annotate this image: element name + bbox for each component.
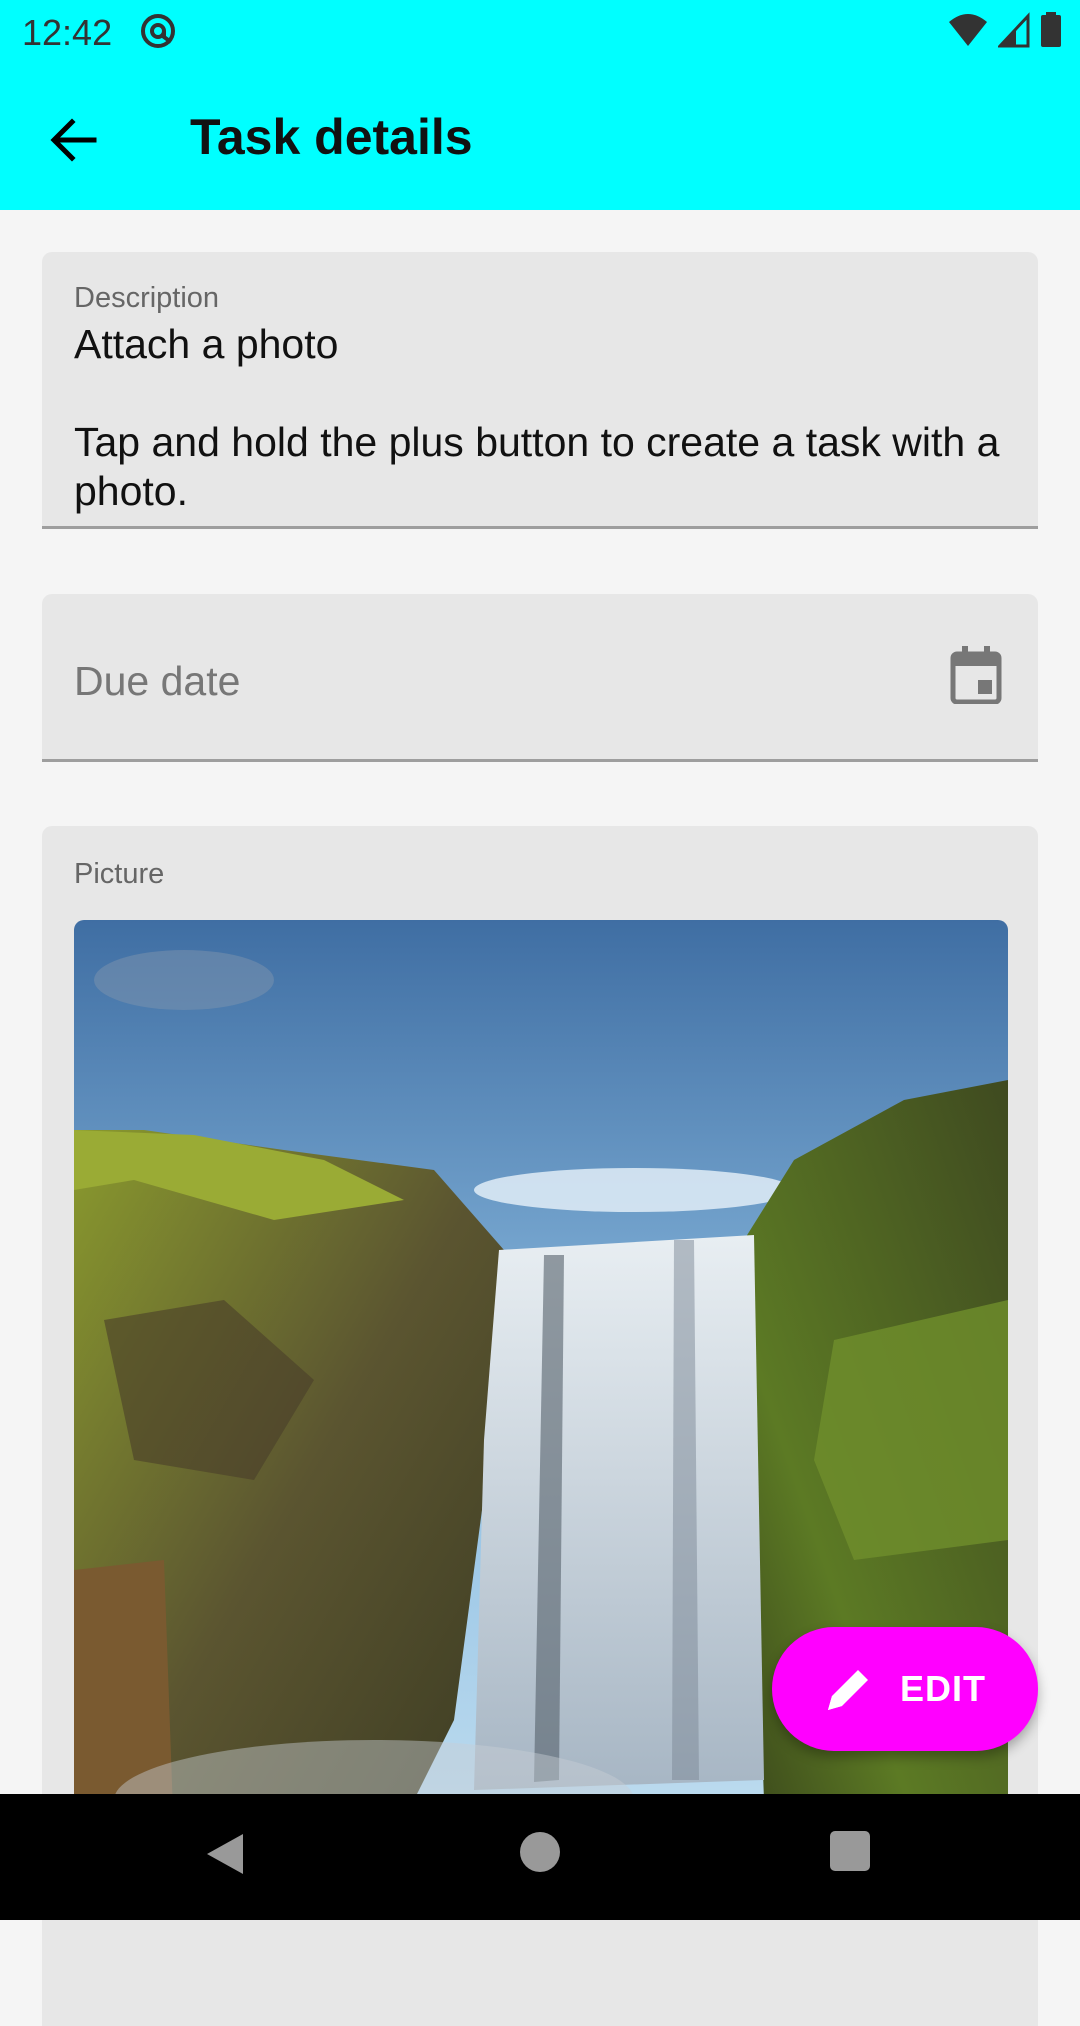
battery-icon [1041, 12, 1061, 47]
calendar-icon[interactable] [950, 646, 1002, 704]
description-field[interactable]: Description Attach a photo Tap and hold … [42, 252, 1038, 529]
waterfall-photo [74, 920, 1008, 1920]
description-label: Description [74, 282, 220, 314]
pencil-icon [827, 1670, 868, 1710]
cell-signal-icon [998, 12, 1030, 48]
nav-back-icon[interactable] [205, 1832, 245, 1876]
arrow-back-icon [50, 118, 97, 162]
due-date-placeholder: Due date [74, 658, 241, 704]
status-bar: 12:42 [0, 0, 1080, 63]
status-time: 12:42 [22, 12, 113, 53]
wifi-icon [949, 14, 987, 46]
edit-button[interactable]: EDIT [772, 1627, 1038, 1751]
app-bar: Task details [0, 63, 1080, 210]
description-value: Attach a photo Tap and hold the plus but… [74, 321, 1000, 514]
task-photo[interactable] [74, 920, 1008, 1920]
system-nav-bar [0, 1794, 1080, 1920]
nav-recents-icon[interactable] [830, 1831, 870, 1871]
due-date-field[interactable]: Due date [42, 594, 1038, 762]
status-icons [948, 12, 1062, 48]
edit-label: EDIT [899, 1668, 986, 1709]
picture-label: Picture [74, 858, 165, 890]
at-sign-icon [141, 14, 175, 48]
back-button[interactable] [40, 107, 106, 173]
nav-home-icon[interactable] [520, 1832, 560, 1872]
page-title: Task details [190, 109, 473, 165]
